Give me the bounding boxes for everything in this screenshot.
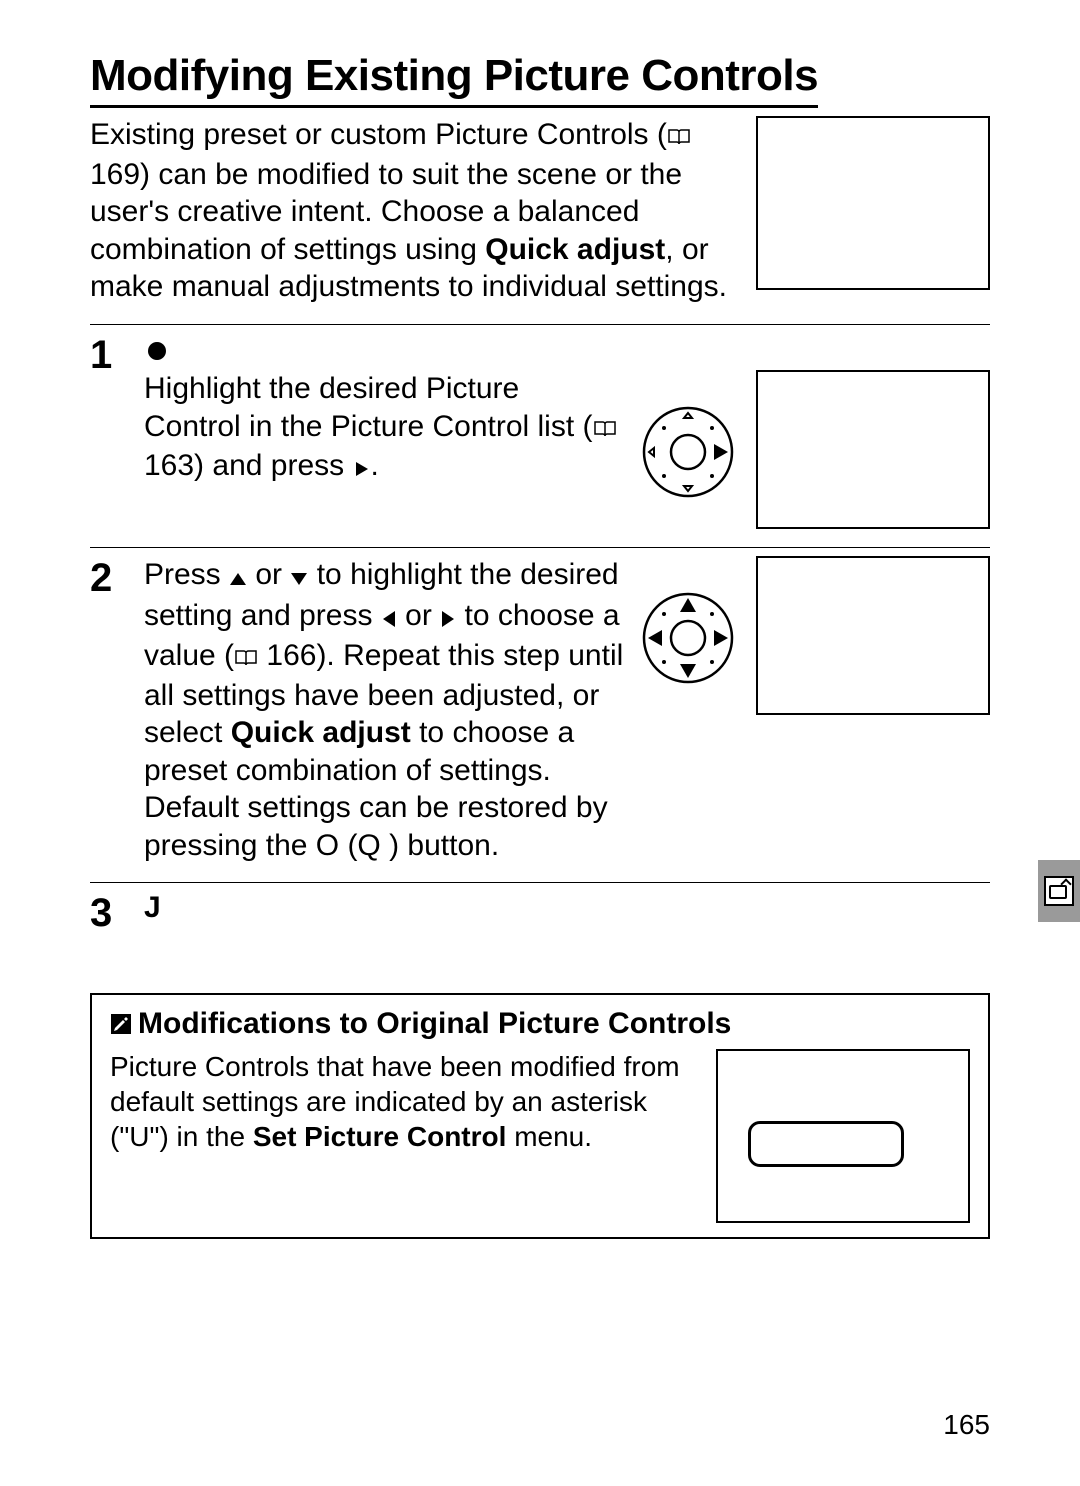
step-1-heading <box>144 331 990 369</box>
triangle-right-icon <box>352 450 370 488</box>
step-2-text: Press or to highlight the desired settin… <box>144 556 624 864</box>
page-title: Modifying Existing Picture Controls <box>90 48 818 108</box>
highlight-bar <box>748 1121 904 1167</box>
picture-control-icon <box>1044 876 1074 906</box>
step-1-text: Highlight the desired Picture Control in… <box>144 370 624 488</box>
step-3-heading: J <box>144 889 990 927</box>
section-tab <box>1038 860 1080 922</box>
triangle-right-icon <box>440 600 456 638</box>
note-title: Modifications to Original Picture Contro… <box>110 1005 970 1045</box>
screenshot-placeholder <box>756 556 990 715</box>
triangle-down-icon <box>290 559 308 597</box>
step-2: 2 Press or to highlight the desired sett… <box>90 547 990 864</box>
bullet-icon <box>148 342 166 360</box>
book-icon <box>234 639 258 677</box>
step-3: 3 J <box>90 882 990 933</box>
screenshot-placeholder <box>756 370 990 529</box>
pencil-icon <box>110 1007 132 1045</box>
triangle-up-icon <box>229 559 247 597</box>
screenshot-placeholder <box>756 116 990 290</box>
dpad-illustration <box>640 590 736 686</box>
step-number: 3 <box>90 893 144 933</box>
dpad-illustration <box>640 404 736 500</box>
step-number: 2 <box>90 558 144 598</box>
note-box: Modifications to Original Picture Contro… <box>90 993 990 1239</box>
intro-text: Existing preset or custom Picture Contro… <box>90 116 736 306</box>
page-number: 165 <box>943 1407 990 1442</box>
triangle-left-icon <box>381 600 397 638</box>
step-number: 1 <box>90 335 144 375</box>
step-1: 1 Highlight the desired Picture Control … <box>90 324 990 530</box>
screenshot-placeholder <box>716 1049 970 1223</box>
note-text: Picture Controls that have been modified… <box>110 1049 696 1154</box>
book-icon <box>593 410 617 448</box>
book-icon <box>667 118 691 156</box>
